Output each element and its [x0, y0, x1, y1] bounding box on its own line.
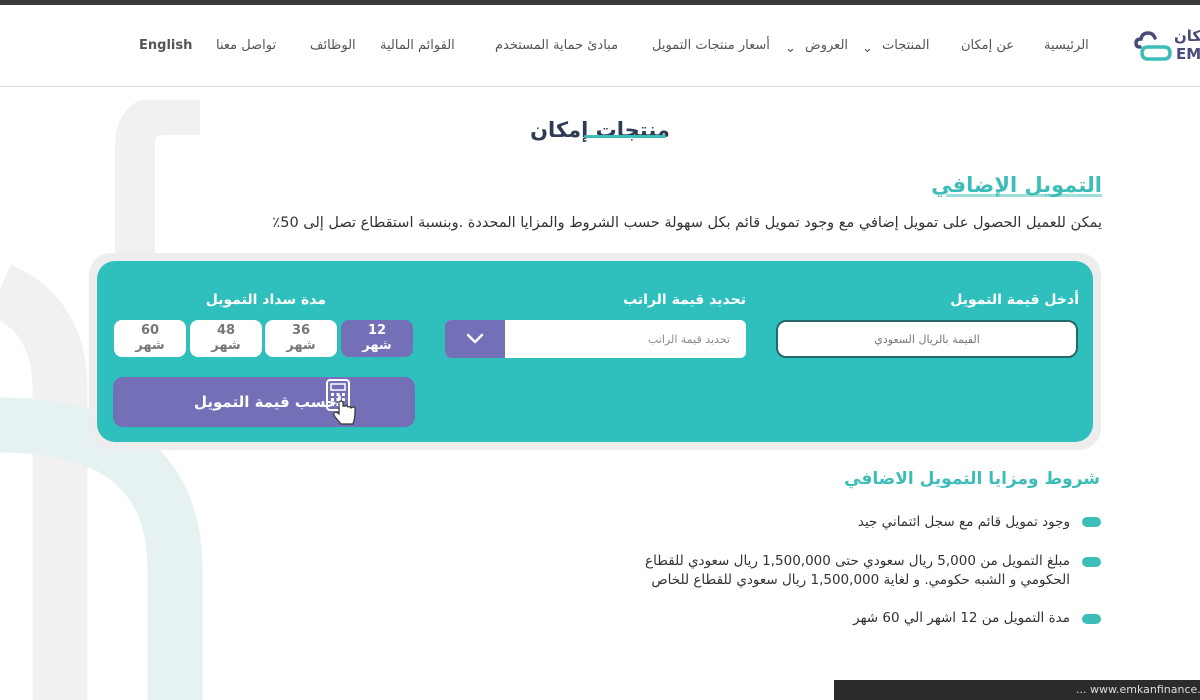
salary-select[interactable] [445, 320, 746, 358]
duration-unit: شهر [135, 338, 165, 353]
chevron-down-icon [466, 333, 484, 344]
nav-home[interactable]: الرئيسية [1044, 38, 1089, 53]
term-item-2-line-2: الحكومي و الشبه حكومي. و لغاية 1,500,000… [651, 572, 1070, 588]
product-description: يمكن للعميل الحصول على تمويل إضافي مع وج… [272, 215, 1102, 231]
duration-value: 12 [367, 323, 387, 338]
term-item-1: وجود تمويل قائم مع سجل ائتماني جيد [857, 514, 1070, 530]
title-underline [584, 135, 666, 138]
bullet-icon [1082, 557, 1101, 567]
bullet-icon [1082, 517, 1101, 527]
nav-products[interactable]: المنتجات [882, 38, 930, 53]
nav-financial-statements[interactable]: القوائم المالية [380, 38, 455, 53]
salary-label: تحديد قيمة الراتب [623, 292, 746, 308]
duration-value: 60 [140, 323, 160, 338]
duration-option-48[interactable]: 48 شهر [190, 320, 262, 357]
terms-title: شروط ومزايا التمويل الاضافي [844, 469, 1100, 489]
duration-option-60[interactable]: 60 شهر [114, 320, 186, 357]
duration-option-12[interactable]: 12 شهر [341, 320, 413, 357]
emkan-logo[interactable]: مكان EM [1134, 25, 1200, 65]
nav-user-protection[interactable]: مبادئ حماية المستخدم [495, 38, 618, 53]
calculator-hand-icon [326, 379, 356, 425]
calculate-button[interactable]: احسب قيمة التمويل [113, 377, 415, 427]
status-bar-url: ... www.emkanfinance.c [834, 680, 1200, 700]
duration-unit: شهر [211, 338, 241, 353]
site-header: مكان EM الرئيسية عن إمكان المنتجات ⌄ الع… [0, 5, 1200, 87]
duration-option-36[interactable]: 36 شهر [265, 320, 337, 357]
chevron-down-icon[interactable]: ⌄ [862, 41, 873, 56]
nav-about[interactable]: عن إمكان [961, 38, 1014, 53]
logo-latin-text: EM [1176, 45, 1200, 63]
nav-offers[interactable]: العروض [805, 38, 848, 53]
nav-prices[interactable]: أسعار منتجات التمويل [652, 38, 770, 53]
logo-arabic-text: مكان [1174, 27, 1200, 45]
salary-dropdown-button[interactable] [445, 320, 505, 358]
bullet-icon [1082, 614, 1101, 624]
product-title-underline [946, 194, 1102, 197]
term-item-2-line-1: مبلغ التمويل من 5,000 ريال سعودي حتى 1,5… [645, 553, 1070, 569]
salary-input[interactable] [505, 320, 746, 358]
duration-label: مدة سداد التمويل [205, 292, 326, 308]
duration-value: 48 [216, 323, 236, 338]
amount-label: أدخل قيمة التمويل [950, 292, 1079, 308]
nav-contact[interactable]: تواصل معنا [216, 38, 276, 53]
nav-jobs[interactable]: الوظائف [310, 38, 356, 53]
page-title: منتجات إمكان [530, 118, 670, 142]
emkan-cloud-logo-icon [1134, 31, 1172, 61]
duration-value: 36 [291, 323, 311, 338]
term-item-3: مدة التمويل من 12 اشهر الي 60 شهر [853, 610, 1070, 626]
duration-unit: شهر [286, 338, 316, 353]
chevron-down-icon[interactable]: ⌄ [785, 41, 796, 56]
duration-unit: شهر [362, 338, 392, 353]
amount-input[interactable] [776, 320, 1078, 358]
language-switch[interactable]: English [139, 38, 192, 53]
